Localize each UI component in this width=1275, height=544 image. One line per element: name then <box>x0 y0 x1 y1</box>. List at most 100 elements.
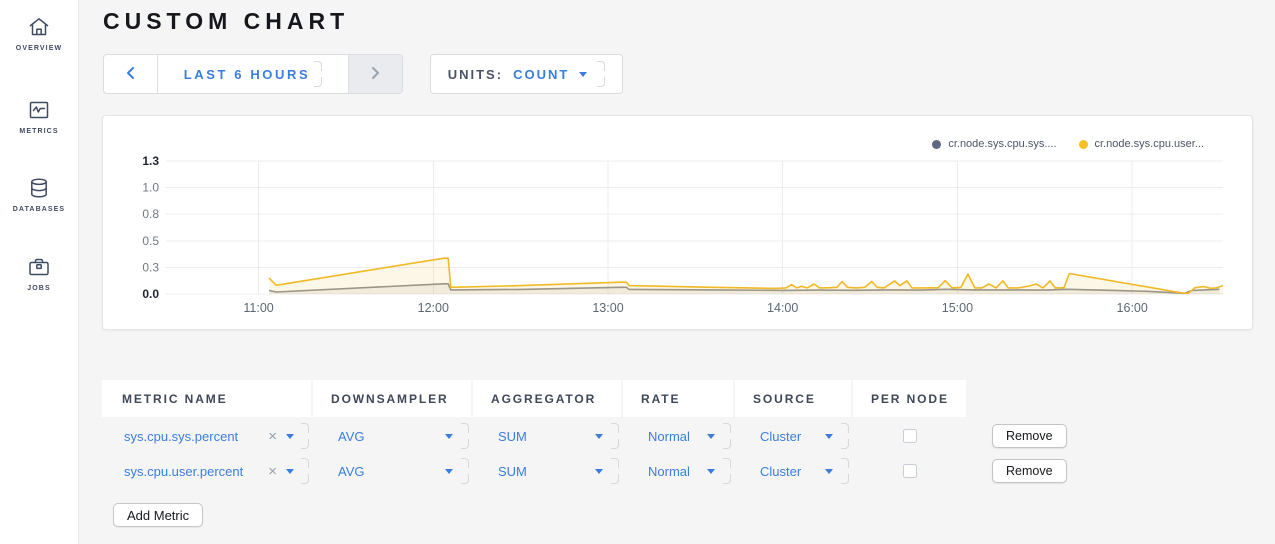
source-dropdown[interactable]: Cluster <box>735 455 851 487</box>
chevron-down-icon <box>825 469 833 474</box>
page-title: CUSTOM CHART <box>103 8 349 35</box>
chevron-down-icon <box>286 469 294 474</box>
select-corner <box>461 423 469 449</box>
select-corner <box>723 423 731 449</box>
svg-text:0.0: 0.0 <box>142 287 159 301</box>
chevron-down-icon <box>825 434 833 439</box>
column-header-per-node: PER NODE <box>853 380 966 417</box>
metrics-icon <box>0 97 78 123</box>
sidebar-item-label: DATABASES <box>0 206 78 213</box>
column-header-aggregator: AGGREGATOR <box>473 380 621 417</box>
aggregator-dropdown[interactable]: SUM <box>473 420 621 452</box>
chevron-down-icon <box>707 434 715 439</box>
select-corner <box>314 61 322 87</box>
rate-dropdown[interactable]: Normal <box>623 455 733 487</box>
chevron-left-icon <box>126 66 135 83</box>
source-value: Cluster <box>735 429 801 444</box>
time-window-selector: LAST 6 HOURS <box>103 54 403 94</box>
header-spacer <box>968 380 1118 417</box>
select-corner <box>611 458 619 484</box>
remove-cell: Remove <box>968 420 1118 452</box>
rate-value: Normal <box>623 464 690 479</box>
chart-legend: cr.node.sys.cpu.sys.... cr.node.sys.cpu.u… <box>932 138 1204 150</box>
per-node-cell <box>853 420 966 452</box>
rate-value: Normal <box>623 429 690 444</box>
column-header-metric-name: METRIC NAME <box>102 380 311 417</box>
svg-text:0.5: 0.5 <box>142 234 159 248</box>
svg-text:1.0: 1.0 <box>142 181 159 195</box>
select-corner <box>597 61 605 87</box>
per-node-checkbox[interactable] <box>903 429 917 443</box>
svg-text:1.3: 1.3 <box>142 154 159 168</box>
rate-dropdown[interactable]: Normal <box>623 420 733 452</box>
sidebar-item-label: OVERVIEW <box>0 45 78 52</box>
remove-button[interactable]: Remove <box>992 424 1067 448</box>
svg-text:0.3: 0.3 <box>142 260 159 274</box>
chevron-down-icon <box>579 72 587 77</box>
metric-name-select[interactable]: sys.cpu.sys.percent × <box>102 420 311 452</box>
aggregator-dropdown[interactable]: SUM <box>473 455 621 487</box>
select-corner <box>301 458 309 484</box>
source-dropdown[interactable]: Cluster <box>735 420 851 452</box>
home-icon <box>0 14 78 40</box>
add-metric-button[interactable]: Add Metric <box>113 503 203 527</box>
select-corner <box>841 458 849 484</box>
aggregator-value: SUM <box>473 429 527 444</box>
column-header-rate: RATE <box>623 380 733 417</box>
chevron-down-icon <box>445 434 453 439</box>
chevron-down-icon <box>595 434 603 439</box>
select-corner <box>461 458 469 484</box>
per-node-cell <box>853 455 966 487</box>
metric-name-select[interactable]: sys.cpu.user.percent × <box>102 455 311 487</box>
chevron-right-icon <box>371 66 380 83</box>
metric-name-value: sys.cpu.sys.percent <box>102 429 238 444</box>
sidebar: OVERVIEW METRICS DATABASES JOBS <box>0 0 79 544</box>
svg-text:0.8: 0.8 <box>142 207 159 221</box>
chart-card: 0.0 0.3 0.5 0.8 1.0 1.3 11:00 12:00 13:00 14:00 15… <box>102 115 1253 330</box>
svg-text:15:00: 15:00 <box>942 301 973 315</box>
svg-text:13:00: 13:00 <box>592 301 623 315</box>
svg-text:16:00: 16:00 <box>1117 301 1148 315</box>
svg-text:14:00: 14:00 <box>767 301 798 315</box>
legend-dot-icon <box>1079 140 1088 149</box>
legend-label: cr.node.sys.cpu.sys.... <box>948 138 1056 150</box>
sidebar-item-overview[interactable]: OVERVIEW <box>0 14 78 52</box>
clear-metric-icon[interactable]: × <box>268 429 277 444</box>
remove-cell: Remove <box>968 455 1118 487</box>
legend-dot-icon <box>932 140 941 149</box>
legend-item[interactable]: cr.node.sys.cpu.user... <box>1079 138 1204 150</box>
clear-metric-icon[interactable]: × <box>268 464 277 479</box>
sidebar-item-label: METRICS <box>0 128 78 135</box>
select-corner <box>841 423 849 449</box>
time-prev-button[interactable] <box>104 55 158 93</box>
downsampler-dropdown[interactable]: AVG <box>313 420 471 452</box>
units-label: UNITS: <box>448 67 503 82</box>
downsampler-value: AVG <box>313 464 365 479</box>
select-corner <box>301 423 309 449</box>
sidebar-item-metrics[interactable]: METRICS <box>0 97 78 135</box>
downsampler-value: AVG <box>313 429 365 444</box>
column-header-downsampler: DOWNSAMPLER <box>313 380 471 417</box>
aggregator-value: SUM <box>473 464 527 479</box>
select-corner <box>723 458 731 484</box>
time-window-text: LAST 6 HOURS <box>184 67 311 82</box>
remove-button[interactable]: Remove <box>992 459 1067 483</box>
chevron-down-icon <box>595 469 603 474</box>
units-dropdown[interactable]: UNITS: COUNT <box>430 54 623 94</box>
chevron-down-icon <box>286 434 294 439</box>
jobs-icon <box>0 254 78 280</box>
per-node-checkbox[interactable] <box>903 464 917 478</box>
column-header-source: SOURCE <box>735 380 851 417</box>
time-next-button[interactable] <box>348 55 402 93</box>
metric-name-value: sys.cpu.user.percent <box>102 464 243 479</box>
legend-label: cr.node.sys.cpu.user... <box>1095 138 1204 150</box>
time-window-value[interactable]: LAST 6 HOURS <box>158 55 348 93</box>
sidebar-item-databases[interactable]: DATABASES <box>0 175 78 213</box>
sidebar-item-jobs[interactable]: JOBS <box>0 254 78 292</box>
svg-text:11:00: 11:00 <box>243 301 273 315</box>
databases-icon <box>0 175 78 201</box>
downsampler-dropdown[interactable]: AVG <box>313 455 471 487</box>
legend-item[interactable]: cr.node.sys.cpu.sys.... <box>932 138 1056 150</box>
source-value: Cluster <box>735 464 801 479</box>
svg-text:12:00: 12:00 <box>418 301 449 315</box>
